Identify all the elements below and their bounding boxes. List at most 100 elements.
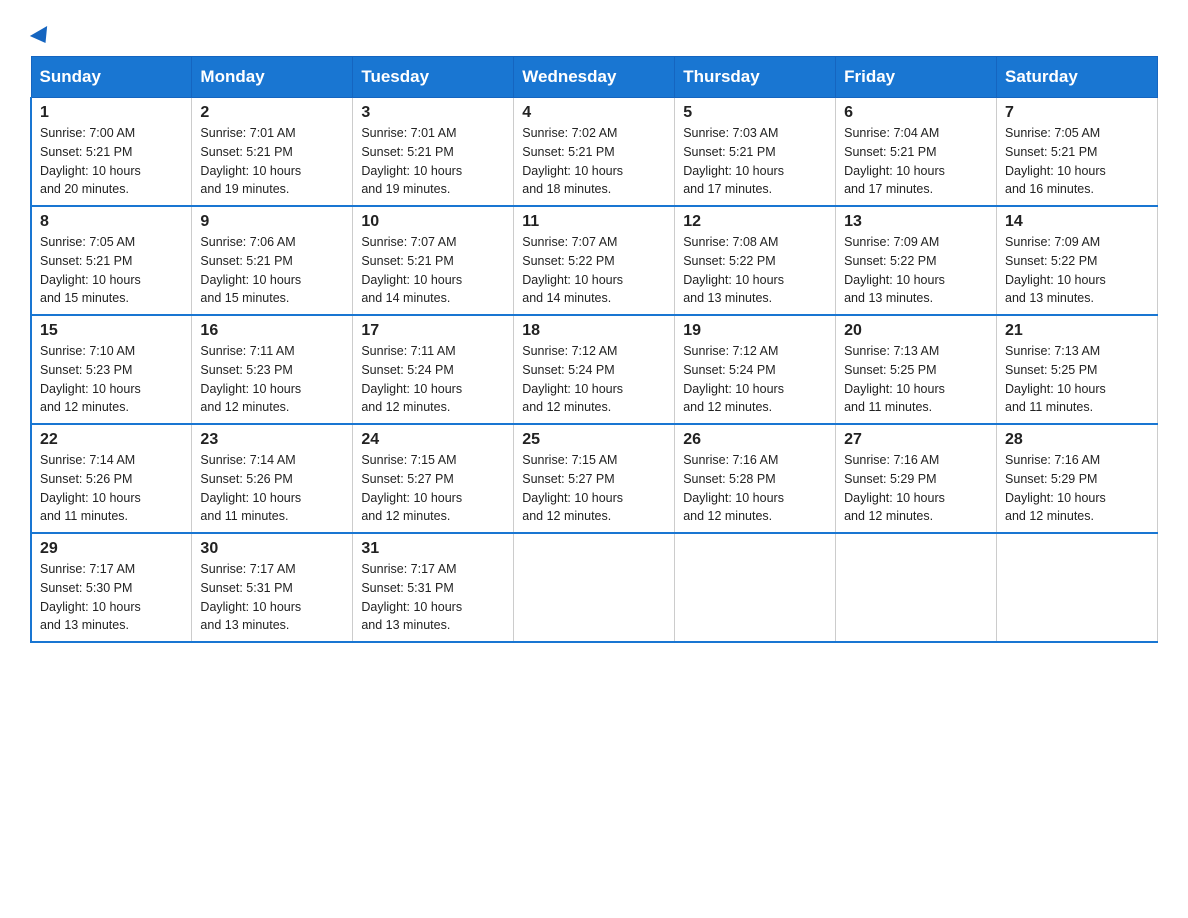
day-info: Sunrise: 7:11 AMSunset: 5:23 PMDaylight:… bbox=[200, 344, 301, 414]
day-info: Sunrise: 7:14 AMSunset: 5:26 PMDaylight:… bbox=[40, 453, 141, 523]
day-number: 1 bbox=[40, 104, 183, 122]
calendar-week-row: 29 Sunrise: 7:17 AMSunset: 5:30 PMDaylig… bbox=[31, 533, 1158, 642]
weekday-header-wednesday: Wednesday bbox=[514, 57, 675, 98]
day-info: Sunrise: 7:01 AMSunset: 5:21 PMDaylight:… bbox=[200, 126, 301, 196]
day-number: 12 bbox=[683, 213, 827, 231]
day-info: Sunrise: 7:05 AMSunset: 5:21 PMDaylight:… bbox=[40, 235, 141, 305]
day-info: Sunrise: 7:16 AMSunset: 5:29 PMDaylight:… bbox=[1005, 453, 1106, 523]
day-number: 20 bbox=[844, 322, 988, 340]
day-number: 16 bbox=[200, 322, 344, 340]
day-info: Sunrise: 7:16 AMSunset: 5:29 PMDaylight:… bbox=[844, 453, 945, 523]
day-number: 31 bbox=[361, 540, 505, 558]
calendar-day-cell: 18 Sunrise: 7:12 AMSunset: 5:24 PMDaylig… bbox=[514, 315, 675, 424]
calendar-day-cell: 24 Sunrise: 7:15 AMSunset: 5:27 PMDaylig… bbox=[353, 424, 514, 533]
day-number: 24 bbox=[361, 431, 505, 449]
calendar-day-cell: 5 Sunrise: 7:03 AMSunset: 5:21 PMDayligh… bbox=[675, 98, 836, 207]
calendar-week-row: 15 Sunrise: 7:10 AMSunset: 5:23 PMDaylig… bbox=[31, 315, 1158, 424]
day-number: 8 bbox=[40, 213, 183, 231]
calendar-day-cell: 25 Sunrise: 7:15 AMSunset: 5:27 PMDaylig… bbox=[514, 424, 675, 533]
calendar-week-row: 8 Sunrise: 7:05 AMSunset: 5:21 PMDayligh… bbox=[31, 206, 1158, 315]
calendar-day-cell: 20 Sunrise: 7:13 AMSunset: 5:25 PMDaylig… bbox=[836, 315, 997, 424]
weekday-header-row: SundayMondayTuesdayWednesdayThursdayFrid… bbox=[31, 57, 1158, 98]
calendar-day-cell: 15 Sunrise: 7:10 AMSunset: 5:23 PMDaylig… bbox=[31, 315, 192, 424]
calendar-day-cell bbox=[836, 533, 997, 642]
day-number: 15 bbox=[40, 322, 183, 340]
day-number: 28 bbox=[1005, 431, 1149, 449]
day-number: 4 bbox=[522, 104, 666, 122]
calendar-day-cell: 3 Sunrise: 7:01 AMSunset: 5:21 PMDayligh… bbox=[353, 98, 514, 207]
day-info: Sunrise: 7:15 AMSunset: 5:27 PMDaylight:… bbox=[522, 453, 623, 523]
weekday-header-sunday: Sunday bbox=[31, 57, 192, 98]
calendar-day-cell: 31 Sunrise: 7:17 AMSunset: 5:31 PMDaylig… bbox=[353, 533, 514, 642]
day-info: Sunrise: 7:08 AMSunset: 5:22 PMDaylight:… bbox=[683, 235, 784, 305]
day-info: Sunrise: 7:13 AMSunset: 5:25 PMDaylight:… bbox=[1005, 344, 1106, 414]
day-info: Sunrise: 7:12 AMSunset: 5:24 PMDaylight:… bbox=[522, 344, 623, 414]
day-info: Sunrise: 7:09 AMSunset: 5:22 PMDaylight:… bbox=[844, 235, 945, 305]
day-number: 23 bbox=[200, 431, 344, 449]
weekday-header-tuesday: Tuesday bbox=[353, 57, 514, 98]
day-info: Sunrise: 7:03 AMSunset: 5:21 PMDaylight:… bbox=[683, 126, 784, 196]
weekday-header-monday: Monday bbox=[192, 57, 353, 98]
day-info: Sunrise: 7:05 AMSunset: 5:21 PMDaylight:… bbox=[1005, 126, 1106, 196]
day-number: 19 bbox=[683, 322, 827, 340]
day-info: Sunrise: 7:00 AMSunset: 5:21 PMDaylight:… bbox=[40, 126, 141, 196]
day-number: 29 bbox=[40, 540, 183, 558]
day-number: 3 bbox=[361, 104, 505, 122]
day-number: 17 bbox=[361, 322, 505, 340]
calendar-table: SundayMondayTuesdayWednesdayThursdayFrid… bbox=[30, 56, 1158, 643]
calendar-day-cell: 6 Sunrise: 7:04 AMSunset: 5:21 PMDayligh… bbox=[836, 98, 997, 207]
weekday-header-thursday: Thursday bbox=[675, 57, 836, 98]
calendar-day-cell: 8 Sunrise: 7:05 AMSunset: 5:21 PMDayligh… bbox=[31, 206, 192, 315]
calendar-day-cell: 10 Sunrise: 7:07 AMSunset: 5:21 PMDaylig… bbox=[353, 206, 514, 315]
calendar-day-cell: 27 Sunrise: 7:16 AMSunset: 5:29 PMDaylig… bbox=[836, 424, 997, 533]
calendar-day-cell: 14 Sunrise: 7:09 AMSunset: 5:22 PMDaylig… bbox=[997, 206, 1158, 315]
day-info: Sunrise: 7:09 AMSunset: 5:22 PMDaylight:… bbox=[1005, 235, 1106, 305]
day-info: Sunrise: 7:17 AMSunset: 5:31 PMDaylight:… bbox=[361, 562, 462, 632]
calendar-day-cell: 9 Sunrise: 7:06 AMSunset: 5:21 PMDayligh… bbox=[192, 206, 353, 315]
day-number: 2 bbox=[200, 104, 344, 122]
day-number: 14 bbox=[1005, 213, 1149, 231]
calendar-day-cell bbox=[514, 533, 675, 642]
day-number: 30 bbox=[200, 540, 344, 558]
day-number: 27 bbox=[844, 431, 988, 449]
logo bbox=[30, 30, 52, 46]
day-info: Sunrise: 7:10 AMSunset: 5:23 PMDaylight:… bbox=[40, 344, 141, 414]
calendar-day-cell: 30 Sunrise: 7:17 AMSunset: 5:31 PMDaylig… bbox=[192, 533, 353, 642]
weekday-header-saturday: Saturday bbox=[997, 57, 1158, 98]
day-info: Sunrise: 7:14 AMSunset: 5:26 PMDaylight:… bbox=[200, 453, 301, 523]
logo-triangle-icon bbox=[30, 26, 54, 48]
calendar-day-cell: 11 Sunrise: 7:07 AMSunset: 5:22 PMDaylig… bbox=[514, 206, 675, 315]
day-info: Sunrise: 7:12 AMSunset: 5:24 PMDaylight:… bbox=[683, 344, 784, 414]
day-number: 18 bbox=[522, 322, 666, 340]
day-number: 26 bbox=[683, 431, 827, 449]
day-number: 25 bbox=[522, 431, 666, 449]
calendar-week-row: 1 Sunrise: 7:00 AMSunset: 5:21 PMDayligh… bbox=[31, 98, 1158, 207]
calendar-day-cell bbox=[997, 533, 1158, 642]
day-info: Sunrise: 7:01 AMSunset: 5:21 PMDaylight:… bbox=[361, 126, 462, 196]
calendar-day-cell: 23 Sunrise: 7:14 AMSunset: 5:26 PMDaylig… bbox=[192, 424, 353, 533]
calendar-day-cell: 21 Sunrise: 7:13 AMSunset: 5:25 PMDaylig… bbox=[997, 315, 1158, 424]
day-number: 11 bbox=[522, 213, 666, 231]
calendar-day-cell: 28 Sunrise: 7:16 AMSunset: 5:29 PMDaylig… bbox=[997, 424, 1158, 533]
calendar-day-cell: 1 Sunrise: 7:00 AMSunset: 5:21 PMDayligh… bbox=[31, 98, 192, 207]
page-header bbox=[30, 20, 1158, 46]
calendar-day-cell bbox=[675, 533, 836, 642]
day-number: 13 bbox=[844, 213, 988, 231]
day-number: 6 bbox=[844, 104, 988, 122]
day-number: 7 bbox=[1005, 104, 1149, 122]
day-info: Sunrise: 7:11 AMSunset: 5:24 PMDaylight:… bbox=[361, 344, 462, 414]
day-info: Sunrise: 7:13 AMSunset: 5:25 PMDaylight:… bbox=[844, 344, 945, 414]
day-info: Sunrise: 7:06 AMSunset: 5:21 PMDaylight:… bbox=[200, 235, 301, 305]
day-info: Sunrise: 7:15 AMSunset: 5:27 PMDaylight:… bbox=[361, 453, 462, 523]
day-info: Sunrise: 7:04 AMSunset: 5:21 PMDaylight:… bbox=[844, 126, 945, 196]
day-info: Sunrise: 7:17 AMSunset: 5:31 PMDaylight:… bbox=[200, 562, 301, 632]
calendar-day-cell: 12 Sunrise: 7:08 AMSunset: 5:22 PMDaylig… bbox=[675, 206, 836, 315]
calendar-day-cell: 19 Sunrise: 7:12 AMSunset: 5:24 PMDaylig… bbox=[675, 315, 836, 424]
day-number: 9 bbox=[200, 213, 344, 231]
calendar-week-row: 22 Sunrise: 7:14 AMSunset: 5:26 PMDaylig… bbox=[31, 424, 1158, 533]
day-info: Sunrise: 7:16 AMSunset: 5:28 PMDaylight:… bbox=[683, 453, 784, 523]
calendar-day-cell: 7 Sunrise: 7:05 AMSunset: 5:21 PMDayligh… bbox=[997, 98, 1158, 207]
day-info: Sunrise: 7:07 AMSunset: 5:21 PMDaylight:… bbox=[361, 235, 462, 305]
calendar-day-cell: 26 Sunrise: 7:16 AMSunset: 5:28 PMDaylig… bbox=[675, 424, 836, 533]
calendar-day-cell: 29 Sunrise: 7:17 AMSunset: 5:30 PMDaylig… bbox=[31, 533, 192, 642]
